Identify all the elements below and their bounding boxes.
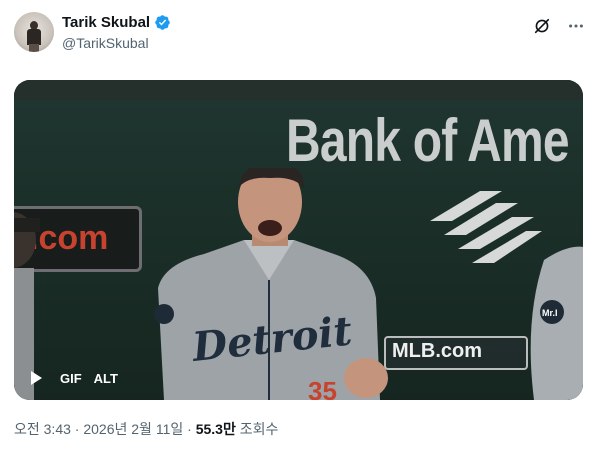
post-header: Tarik Skubal @TarikSkubal	[14, 12, 586, 56]
avatar-figure-legs	[29, 44, 39, 52]
views-count[interactable]: 55.3만	[196, 421, 236, 437]
verified-badge-icon[interactable]	[154, 14, 171, 31]
post-media-gif[interactable]: Bank of Ame .com MLB.com Mr.I Detroit 35…	[14, 80, 583, 400]
play-icon[interactable]	[24, 366, 48, 390]
gif-frame: Bank of Ame .com MLB.com Mr.I Detroit 35	[14, 80, 583, 400]
player-celebrating: Detroit 35	[154, 168, 388, 400]
author-name-row: Tarik Skubal	[62, 14, 171, 31]
sign-text: Bank of Ame	[286, 107, 570, 174]
avatar-figure-body	[27, 29, 41, 45]
watermark-text: MLB.com	[392, 340, 482, 362]
jersey-number-text: 35	[308, 376, 337, 400]
post-metadata: 오전 3:43 · 2026년 2월 11일 · 55.3만 조회수	[14, 419, 278, 439]
post-date[interactable]: 2026년 2월 11일	[83, 421, 183, 437]
author-handle[interactable]: @TarikSkubal	[62, 35, 149, 51]
watermark-box: MLB.com	[384, 336, 528, 370]
alt-badge[interactable]: ALT	[94, 371, 118, 386]
grok-slash-circle-icon[interactable]	[532, 16, 552, 36]
post-time[interactable]: 오전 3:43	[14, 421, 71, 437]
avatar[interactable]	[14, 12, 54, 52]
gif-badge[interactable]: GIF	[60, 371, 82, 386]
meta-separator: ·	[74, 421, 80, 437]
sleeve-patch-text: Mr.I	[542, 308, 558, 318]
meta-separator: ·	[187, 421, 192, 437]
more-horizontal-icon[interactable]	[566, 16, 586, 36]
author-name[interactable]: Tarik Skubal	[62, 14, 150, 31]
media-controls: GIF ALT	[24, 366, 118, 390]
teammate-right: Mr.I	[530, 246, 583, 400]
header-actions	[532, 16, 586, 36]
dugout-ceiling	[14, 80, 583, 100]
views-label: 조회수	[239, 421, 279, 437]
